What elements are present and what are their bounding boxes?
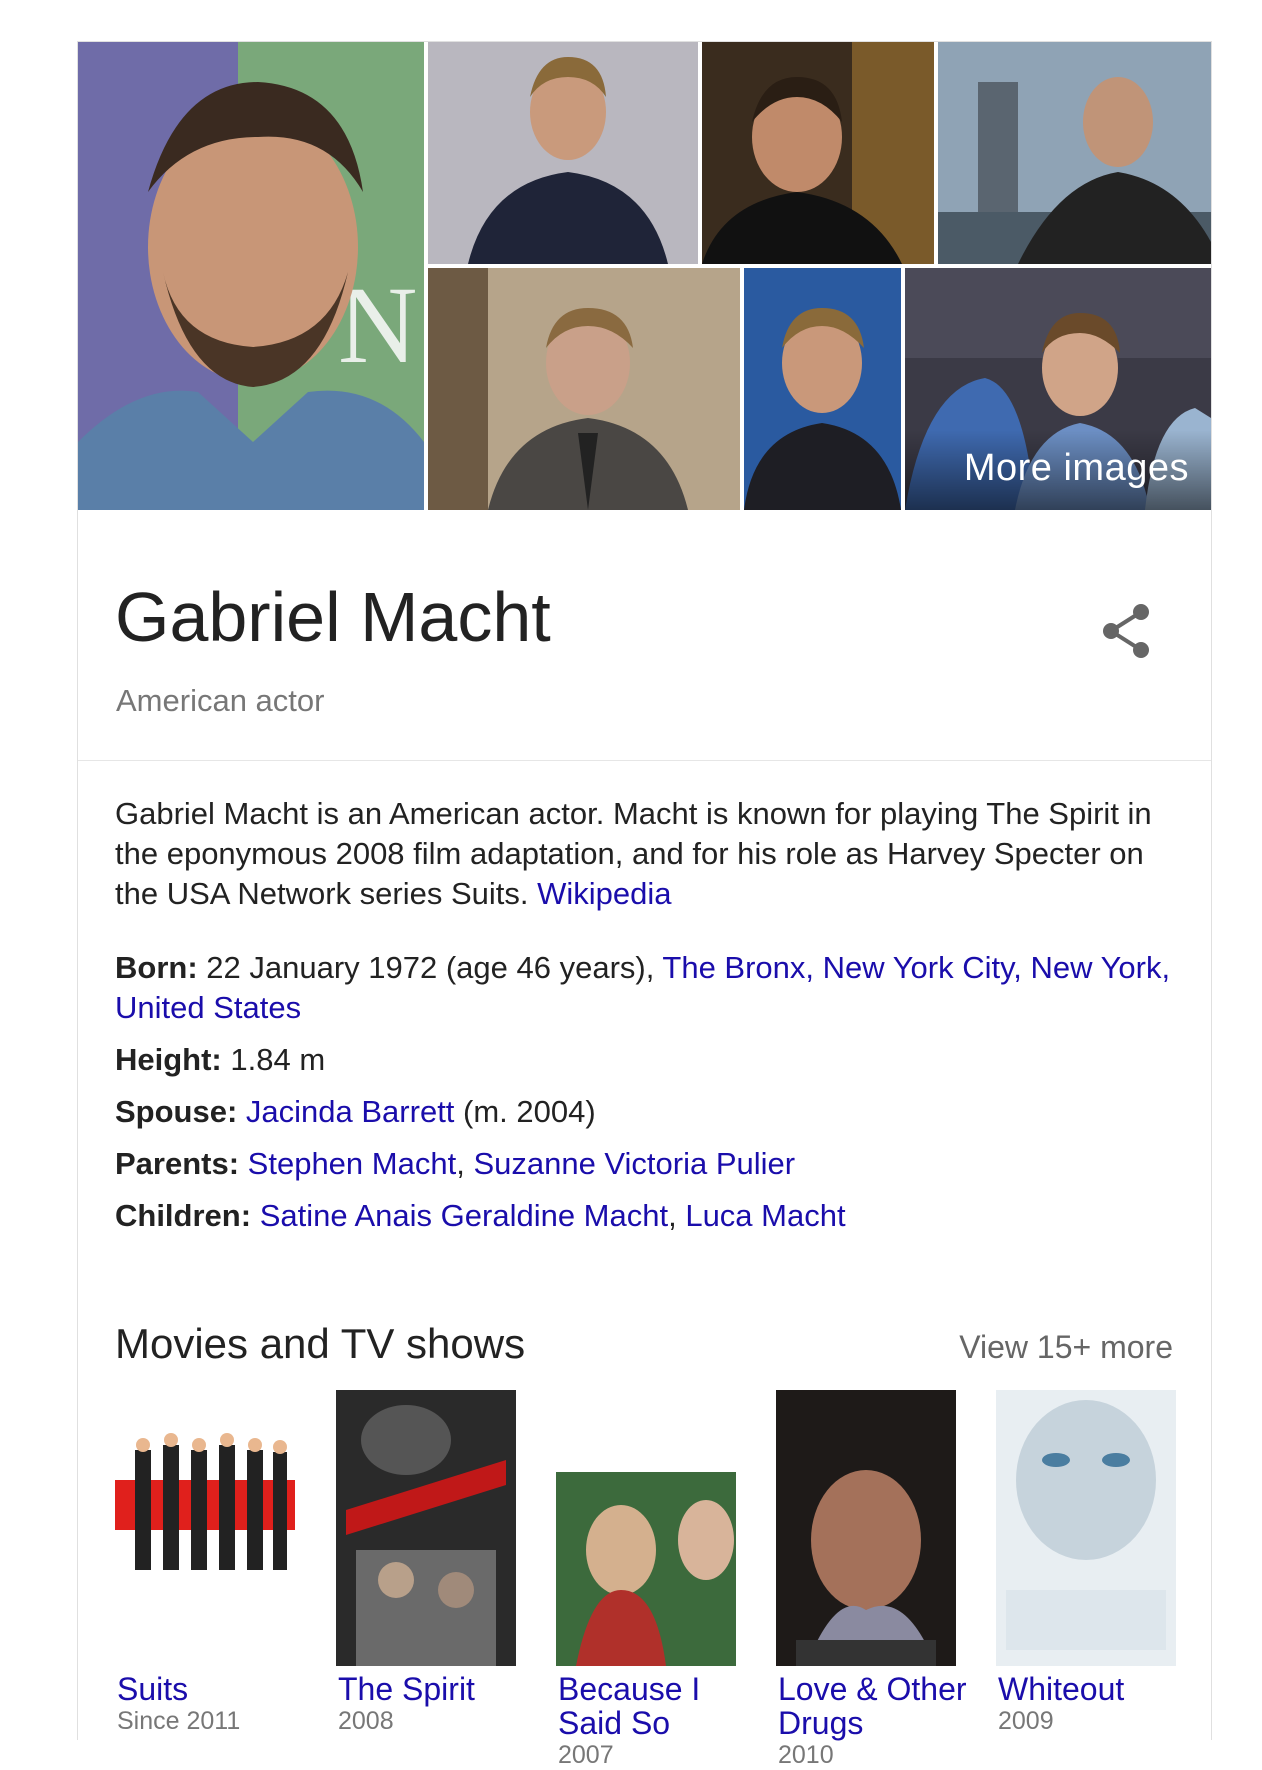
- fact-children: Children: Satine Anais Geraldine Macht, …: [115, 1198, 846, 1233]
- spouse-link[interactable]: Jacinda Barrett: [246, 1094, 455, 1129]
- gallery-image-6[interactable]: [744, 268, 901, 510]
- share-icon[interactable]: [1099, 602, 1153, 660]
- parent-link[interactable]: Stephen Macht: [248, 1146, 457, 1181]
- movie-poster[interactable]: [336, 1390, 516, 1666]
- main-portrait-image[interactable]: N: [78, 42, 424, 510]
- movie-year: 2010: [778, 1741, 834, 1769]
- movie-year: 2008: [338, 1707, 394, 1735]
- gallery-image-5[interactable]: [428, 268, 740, 510]
- fact-parents: Parents: Stephen Macht, Suzanne Victoria…: [115, 1146, 796, 1181]
- gallery-image-3[interactable]: [702, 42, 934, 264]
- facts-list: Born: 22 January 1972 (age 46 years), Th…: [115, 948, 1175, 1236]
- parent-link[interactable]: Suzanne Victoria Pulier: [473, 1146, 795, 1181]
- child-link[interactable]: Satine Anais Geraldine Macht: [260, 1198, 668, 1233]
- movie-title-text[interactable]: Because I Said So: [558, 1671, 700, 1741]
- movie-title[interactable]: The Spirit 2008: [338, 1672, 538, 1736]
- movie-year: 2009: [998, 1707, 1054, 1735]
- movie-title[interactable]: Suits Since 2011: [117, 1672, 317, 1736]
- more-images-label[interactable]: More images: [964, 447, 1189, 490]
- image-gallery: N More images: [78, 42, 1211, 510]
- movie-title[interactable]: Because I Said So 2007: [558, 1672, 758, 1770]
- movies-heading: Movies and TV shows: [115, 1320, 526, 1367]
- gallery-image-4[interactable]: [938, 42, 1211, 264]
- fact-label: Children:: [115, 1198, 252, 1233]
- spouse-detail: (m. 2004): [454, 1094, 596, 1129]
- section-divider: [78, 760, 1211, 761]
- view-more-link[interactable]: View 15+ more: [959, 1329, 1173, 1366]
- child-link[interactable]: Luca Macht: [685, 1198, 845, 1233]
- movie-poster[interactable]: [776, 1390, 956, 1666]
- movie-title[interactable]: Whiteout 2009: [998, 1672, 1198, 1736]
- fact-born: Born: 22 January 1972 (age 46 years), Th…: [115, 948, 1175, 1028]
- fact-label: Spouse:: [115, 1094, 238, 1129]
- movie-title-text[interactable]: Suits: [117, 1671, 188, 1707]
- entity-subtitle: American actor: [116, 683, 325, 718]
- gallery-image-2[interactable]: [428, 42, 698, 264]
- movie-title-text[interactable]: Love & Other Drugs: [778, 1671, 967, 1741]
- movie-poster[interactable]: [996, 1390, 1176, 1666]
- knowledge-panel: N More images Gabriel Macht American act…: [77, 41, 1212, 1769]
- movie-year: 2007: [558, 1741, 614, 1769]
- movie-year: Since 2011: [117, 1707, 241, 1735]
- movie-poster[interactable]: [556, 1390, 736, 1666]
- fact-label: Born:: [115, 950, 198, 985]
- height-value: 1.84 m: [221, 1042, 326, 1077]
- entity-title: Gabriel Macht: [115, 578, 551, 656]
- fact-label: Height:: [115, 1042, 222, 1077]
- movie-title-text[interactable]: The Spirit: [338, 1671, 475, 1707]
- fact-spouse: Spouse: Jacinda Barrett (m. 2004): [115, 1092, 1175, 1132]
- fact-height: Height: 1.84 m: [115, 1040, 1175, 1080]
- born-date: 22 January 1972 (age 46 years),: [197, 950, 663, 985]
- more-images-tile[interactable]: More images: [905, 268, 1211, 510]
- movie-poster[interactable]: [115, 1390, 295, 1666]
- entity-description: Gabriel Macht is an American actor. Mach…: [115, 794, 1175, 914]
- movie-title[interactable]: Love & Other Drugs 2010: [778, 1672, 978, 1770]
- movie-title-text[interactable]: Whiteout: [998, 1671, 1124, 1707]
- wikipedia-link[interactable]: Wikipedia: [537, 876, 671, 911]
- fact-label: Parents:: [115, 1146, 240, 1181]
